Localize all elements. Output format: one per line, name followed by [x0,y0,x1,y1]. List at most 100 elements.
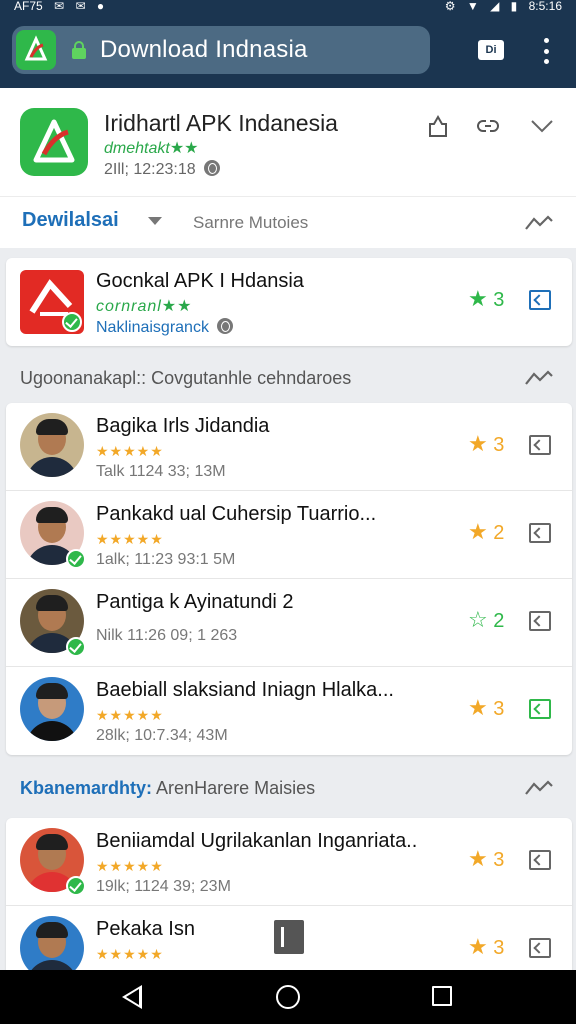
list-item[interactable]: Pantiga k Ayinatundi 2 Nilk 11:26 09; 1 … [6,579,572,667]
list-item-meta: 1alk; 11:23 93:1 5M [96,551,236,568]
star-icon: ★ [468,286,488,311]
star-icon: ★ [468,934,488,959]
open-icon[interactable] [529,699,551,719]
page-meta: 2Ill; 12:23:18 [104,160,220,179]
list-item-title[interactable]: Beniiamdal Ugrilakanlan Inganriata.. [96,830,417,853]
recent-apps-icon[interactable] [432,986,452,1006]
settings-status-icon: ⚙ [444,0,456,13]
section-header-1: Ugoonanakapl:: Covgutanhle cehndaroes [0,358,576,398]
rating-stars: ★★★★★ [96,858,164,874]
featured-meta: Naklinaisgranck [96,318,233,337]
rating-badge: ★ 3 [468,431,504,457]
section-title-2-text: ArenHarere Maisies [156,778,316,798]
verified-check-icon [62,312,82,332]
open-icon[interactable] [529,850,551,870]
list-item-title[interactable]: Baebiall slaksiand Iniagn Hlalka... [96,679,394,702]
verified-check-icon [66,637,86,657]
star-icon: ★ [468,431,488,456]
featured-rating: ★ 3 [468,286,504,312]
tabs-icon[interactable]: Di [478,40,504,60]
rating-badge: ★ 3 [468,846,504,872]
open-icon[interactable] [529,435,551,455]
home-icon[interactable] [276,985,300,1009]
page-meta-text: 2Ill; 12:23:18 [104,161,196,178]
trending-icon[interactable] [524,778,554,798]
rating-badge: ★ 2 [468,519,504,545]
browser-toolbar: Download Indnasia Di [0,14,576,88]
list-item[interactable]: Beniiamdal Ugrilakanlan Inganriata.. ★★★… [6,818,572,906]
system-nav-bar [0,970,576,1024]
open-icon[interactable] [529,290,551,310]
url-text[interactable]: Download Indnasia [100,36,308,64]
avatar [20,916,84,970]
featured-card[interactable]: Gocnkal APK I Hdansia cornranl★★ Naklina… [6,258,572,346]
rating-stars: ★★★★★ [96,707,164,723]
signal-icon: ◢ [490,0,500,13]
chevron-down-icon[interactable] [148,217,162,225]
open-icon[interactable] [529,938,551,958]
list-item-meta: 19lk; 1124 39; 23M [96,878,231,895]
page-content: Iridhartl APK Indanesia dmehtakt★★ 2Ill;… [0,88,576,970]
carrier-label: AF75 [14,0,43,13]
list-item-title[interactable]: Bagika Irls Jidandia [96,415,269,438]
battery-icon: ▮ [510,0,518,13]
list-item[interactable]: Baebiall slaksiand Iniagn Hlalka... ★★★★… [6,667,572,755]
rating-value: 3 [493,698,505,720]
url-bar[interactable]: Download Indnasia [12,26,430,74]
section-title-2-prefix: Kbanemardhty: [20,778,153,798]
rating-value: 3 [493,434,505,456]
tab-active[interactable]: Dewilalsai [22,209,119,232]
avatar [20,677,84,741]
app-list-1: Bagika Irls Jidandia ★★★★★ Talk 1124 33;… [6,403,572,755]
trending-icon[interactable] [524,368,554,388]
list-item-meta: 28lk; 10:7.34; 43M [96,727,228,744]
featured-subtitle: cornranl★★ [96,298,193,315]
rating-value: 3 [493,849,505,871]
list-item-title[interactable]: Pekaka Isn [96,918,195,941]
rating-stars: ★★★★★ [96,946,164,962]
list-item[interactable]: Pankakd ual Cuhersip Tuarrio... ★★★★★ 1a… [6,491,572,579]
star-icon: ☆ [468,607,488,632]
floating-app-icon[interactable] [274,920,304,954]
list-item-title[interactable]: Pantiga k Ayinatundi 2 [96,591,294,614]
mail-notification-icon: ✉ [54,0,65,13]
featured-row[interactable]: Gocnkal APK I Hdansia cornranl★★ Naklina… [6,258,572,346]
link-icon[interactable] [474,112,502,140]
app-header-card: Iridhartl APK Indanesia dmehtakt★★ 2Ill;… [0,88,576,248]
rating-value: 3 [493,937,505,959]
trending-icon[interactable] [524,213,554,233]
avatar [20,413,84,477]
globe-icon [203,160,220,176]
page-title: Iridhartl APK Indanesia [104,110,338,136]
rating-value: 2 [493,610,505,632]
rating-badge: ★ 3 [468,934,504,960]
section-title-1: Ugoonanakapl:: Covgutanhle cehndaroes [20,368,352,388]
share-icon[interactable] [424,112,452,140]
open-icon[interactable] [529,611,551,631]
back-icon[interactable] [122,985,142,1009]
tab-other[interactable]: Sarnre Mutoies [193,213,308,233]
list-item[interactable]: Bagika Irls Jidandia ★★★★★ Talk 1124 33;… [6,403,572,491]
clock: 8:5:16 [528,0,562,13]
featured-meta-text: Naklinaisgranck [96,319,209,336]
rating-stars: ★★★★★ [96,531,164,547]
app-logo-icon [16,30,56,70]
lock-icon [72,41,86,59]
list-item-meta: Nilk 11:26 09; 1 263 [96,627,238,644]
featured-title[interactable]: Gocnkal APK I Hdansia [96,270,304,293]
verified-check-icon [66,549,86,569]
list-item-title[interactable]: Pankakd ual Cuhersip Tuarrio... [96,503,376,526]
globe-icon [216,318,233,334]
menu-icon[interactable] [536,38,556,64]
notification-dot-icon: ● [96,0,105,13]
status-bar: AF75 ✉ ✉ ● ⚙ ▼ ◢ ▮ 8:5:16 [0,0,576,14]
list-item-meta: Talk 1124 33; 13M [96,463,226,480]
chevron-down-icon[interactable] [528,112,556,140]
rating-badge: ★ 3 [468,695,504,721]
star-icon: ★ [468,519,488,544]
open-icon[interactable] [529,523,551,543]
mail-notification-icon: ✉ [75,0,86,13]
app-logo-icon [20,108,88,176]
verified-check-icon [66,876,86,896]
wifi-icon: ▼ [466,0,479,13]
